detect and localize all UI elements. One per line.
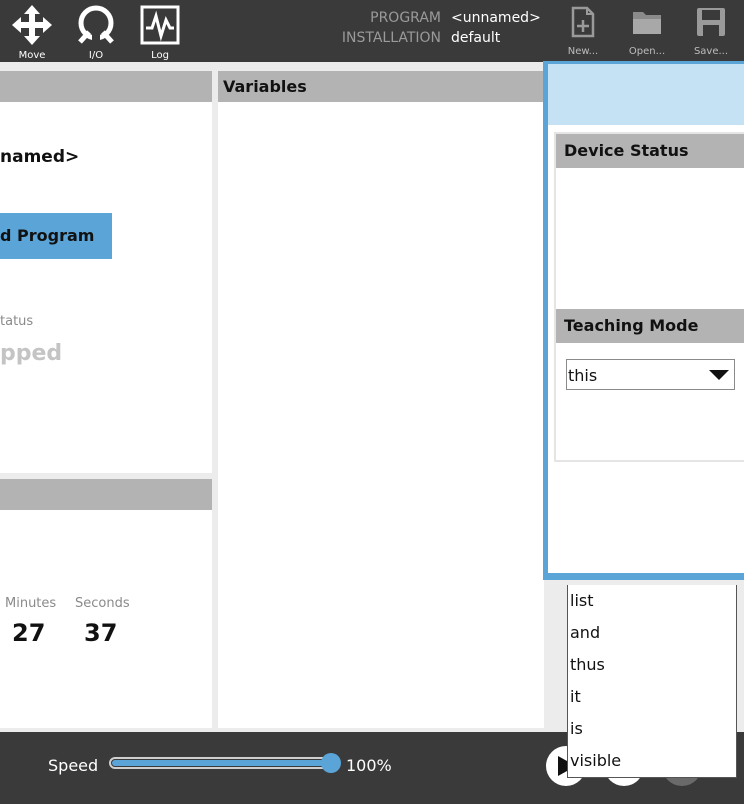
side-dialog-body: Device Status Teaching Mode this — [548, 64, 744, 573]
load-program-button[interactable]: d Program — [0, 213, 112, 259]
minutes-label: Minutes — [5, 596, 57, 611]
dropdown-option[interactable]: thus — [568, 649, 736, 681]
program-key: PROGRAM — [370, 10, 441, 26]
log-button[interactable]: Log — [134, 4, 186, 61]
dropdown-option[interactable]: is — [568, 713, 736, 745]
side-dialog-header — [548, 64, 744, 125]
speed-label: Speed — [48, 756, 99, 775]
folder-icon — [633, 12, 661, 34]
installation-value: default — [451, 30, 501, 46]
teaching-mode-title: Teaching Mode — [556, 309, 744, 343]
runtime-panel-header — [0, 479, 212, 510]
dropdown-option[interactable]: visible — [568, 745, 736, 777]
open-label: Open... — [628, 46, 666, 57]
program-status-value: pped — [0, 341, 63, 366]
program-name: named> — [0, 147, 80, 167]
move-icon — [12, 5, 52, 45]
chevron-down-icon — [709, 370, 729, 380]
io-label: I/O — [88, 50, 104, 61]
speed-slider-knob[interactable] — [321, 753, 341, 773]
variables-title: Variables — [218, 71, 544, 102]
io-button[interactable]: I/O — [70, 4, 122, 61]
side-dialog-content: Device Status Teaching Mode this — [554, 132, 744, 462]
program-panel: named> d Program tatus pped — [0, 71, 212, 473]
program-status-label: tatus — [0, 314, 34, 329]
move-label: Move — [18, 50, 46, 61]
save-file-button[interactable]: Save... — [683, 6, 739, 57]
dropdown-option[interactable]: it — [568, 681, 736, 713]
teaching-mode-selected: this — [568, 366, 598, 385]
dropdown-options: list and thus it is visible — [568, 585, 736, 777]
save-icon — [697, 8, 725, 36]
program-value: <unnamed> — [451, 10, 541, 26]
teaching-mode-select[interactable]: this — [566, 359, 735, 390]
save-label: Save... — [693, 46, 729, 57]
program-panel-header — [0, 71, 212, 102]
speed-slider-fill — [112, 760, 330, 766]
installation-key: INSTALLATION — [341, 30, 441, 46]
side-dialog: Device Status Teaching Mode this — [543, 61, 744, 580]
open-file-button[interactable]: Open... — [619, 6, 675, 57]
log-label: Log — [151, 50, 169, 61]
teaching-mode-dropdown: list and thus it is visible — [567, 585, 737, 778]
speed-slider-track[interactable] — [109, 757, 333, 769]
side-dialog-inner — [556, 134, 744, 460]
minutes-value: 27 — [12, 619, 46, 647]
new-label: New... — [567, 46, 599, 57]
top-toolbar: Move I/O Log PROGRAM <unnamed> INSTALLAT… — [0, 0, 744, 62]
speed-value: 100% — [346, 756, 392, 775]
variables-panel: Variables — [218, 71, 544, 728]
runtime-panel: Minutes Seconds 27 37 — [0, 479, 212, 728]
new-file-button[interactable]: New... — [555, 6, 611, 57]
io-icon — [78, 5, 114, 46]
dropdown-option[interactable]: and — [568, 617, 736, 649]
seconds-value: 37 — [84, 619, 118, 647]
seconds-label: Seconds — [75, 596, 130, 611]
log-icon — [140, 5, 180, 45]
device-status-title: Device Status — [556, 134, 744, 168]
dropdown-option[interactable]: list — [568, 585, 736, 617]
move-button[interactable]: Move — [6, 4, 58, 61]
new-file-icon — [571, 6, 595, 38]
